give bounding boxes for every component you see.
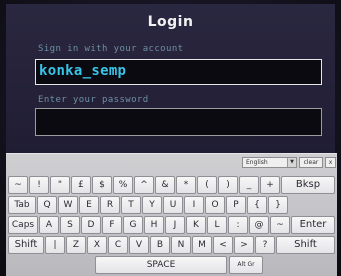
- key[interactable]: ?: [255, 236, 275, 254]
- key[interactable]: :: [228, 216, 248, 234]
- username-value: konka_semp: [39, 63, 127, 79]
- key[interactable]: |: [45, 236, 65, 254]
- key[interactable]: D: [81, 216, 101, 234]
- key[interactable]: U: [163, 196, 183, 214]
- on-screen-keyboard: English ▼ clear x ~ ! " £ $ % ^ & * ( ) …: [6, 153, 337, 276]
- space-key[interactable]: SPACE: [95, 256, 227, 274]
- password-hint: Enter your password: [38, 95, 149, 105]
- alt-gr-key[interactable]: Alt Gr: [229, 256, 263, 274]
- login-title: Login: [147, 14, 194, 30]
- language-value: English: [246, 159, 268, 166]
- username-hint: Sign in with your account: [38, 44, 184, 54]
- key[interactable]: ": [50, 176, 70, 194]
- tab-key[interactable]: Tab: [8, 196, 36, 214]
- key[interactable]: I: [184, 196, 204, 214]
- key[interactable]: H: [144, 216, 164, 234]
- key[interactable]: J: [165, 216, 185, 234]
- key[interactable]: @: [249, 216, 269, 234]
- screen: Login Sign in with your account konka_se…: [0, 0, 341, 276]
- keyboard-toolbar: English ▼ clear x: [6, 154, 337, 169]
- key[interactable]: T: [121, 196, 141, 214]
- key[interactable]: }: [268, 196, 288, 214]
- key[interactable]: Z: [66, 236, 86, 254]
- clear-button[interactable]: clear: [299, 157, 323, 168]
- key[interactable]: ~: [8, 176, 28, 194]
- key[interactable]: $: [92, 176, 112, 194]
- key[interactable]: ^: [134, 176, 154, 194]
- close-keyboard-button[interactable]: x: [325, 157, 336, 168]
- key[interactable]: {: [247, 196, 267, 214]
- key[interactable]: P: [226, 196, 246, 214]
- key[interactable]: Q: [37, 196, 57, 214]
- language-select[interactable]: English ▼: [242, 157, 297, 168]
- key[interactable]: %: [113, 176, 133, 194]
- caps-lock-key[interactable]: Caps: [8, 216, 38, 234]
- username-field[interactable]: konka_semp: [35, 59, 322, 85]
- enter-key[interactable]: Enter: [291, 216, 335, 234]
- key[interactable]: !: [29, 176, 49, 194]
- backspace-key[interactable]: Bksp: [281, 176, 335, 194]
- key[interactable]: ~: [270, 216, 290, 234]
- key[interactable]: O: [205, 196, 225, 214]
- key[interactable]: X: [87, 236, 107, 254]
- key[interactable]: C: [108, 236, 128, 254]
- chevron-down-icon: ▼: [287, 158, 296, 167]
- key[interactable]: M: [192, 236, 212, 254]
- key[interactable]: ): [218, 176, 238, 194]
- shift-left-key[interactable]: Shift: [8, 236, 44, 254]
- key[interactable]: B: [150, 236, 170, 254]
- key[interactable]: <: [213, 236, 233, 254]
- key[interactable]: &: [155, 176, 175, 194]
- key[interactable]: K: [186, 216, 206, 234]
- key[interactable]: S: [60, 216, 80, 234]
- key[interactable]: +: [260, 176, 280, 194]
- key[interactable]: (: [197, 176, 217, 194]
- key[interactable]: N: [171, 236, 191, 254]
- key[interactable]: E: [79, 196, 99, 214]
- password-field[interactable]: [35, 108, 322, 136]
- key[interactable]: L: [207, 216, 227, 234]
- key[interactable]: R: [100, 196, 120, 214]
- key[interactable]: *: [176, 176, 196, 194]
- key[interactable]: £: [71, 176, 91, 194]
- key[interactable]: W: [58, 196, 78, 214]
- key[interactable]: V: [129, 236, 149, 254]
- key[interactable]: G: [123, 216, 143, 234]
- shift-right-key[interactable]: Shift: [276, 236, 335, 254]
- key[interactable]: >: [234, 236, 254, 254]
- key[interactable]: _: [239, 176, 259, 194]
- key[interactable]: Y: [142, 196, 162, 214]
- key[interactable]: A: [39, 216, 59, 234]
- key[interactable]: F: [102, 216, 122, 234]
